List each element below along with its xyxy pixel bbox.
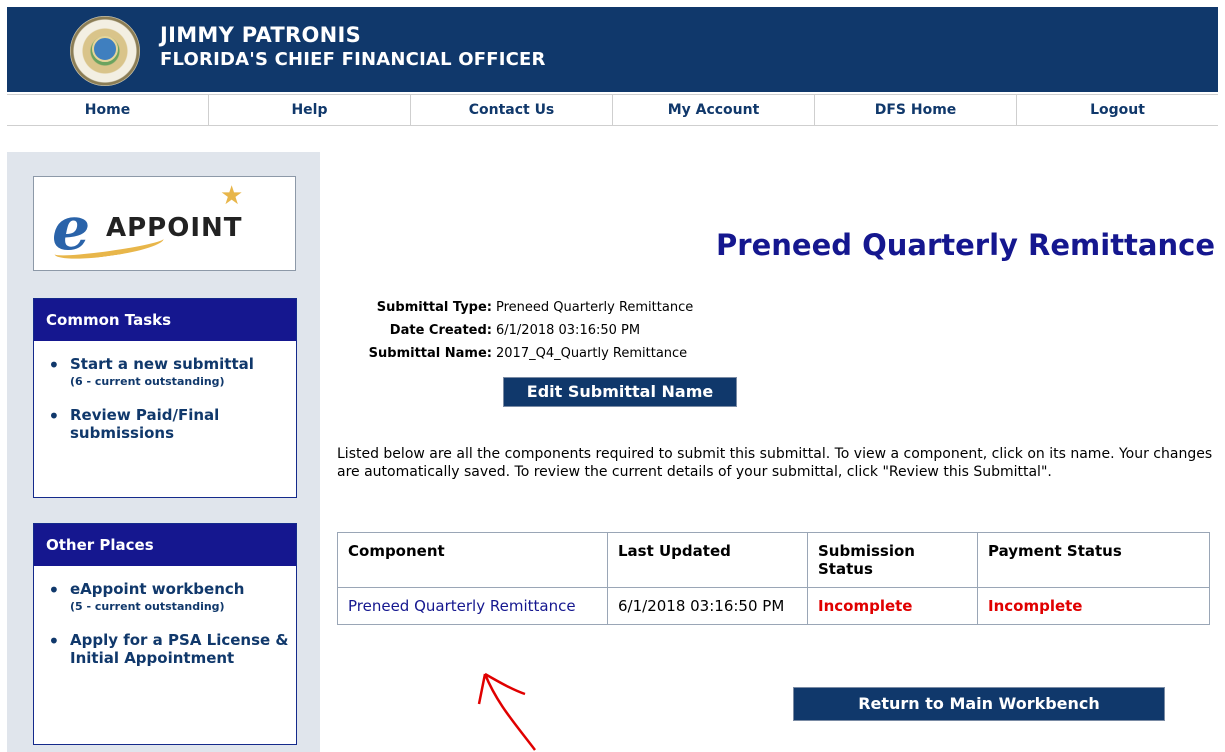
outstanding-count: (5 - current outstanding): [70, 600, 225, 613]
submittal-name-value: 2017_Q4_Quartly Remittance: [496, 346, 688, 361]
header-component: Component: [337, 532, 608, 588]
nav-my-account[interactable]: My Account: [613, 95, 815, 125]
sidebar: e APPOINT ★ Common Tasks Start a new sub…: [7, 152, 320, 752]
start-new-submittal-link[interactable]: Start a new submittal: [70, 355, 296, 373]
header-submission-status: Submission Status: [807, 532, 978, 588]
submittal-type-row: Submittal Type: Preneed Quarterly Remitt…: [340, 296, 693, 319]
list-item: Review Paid/Final submissions: [46, 404, 296, 442]
nav-help[interactable]: Help: [209, 95, 411, 125]
top-nav: Home Help Contact Us My Account DFS Home…: [7, 94, 1218, 126]
submittal-details: Submittal Type: Preneed Quarterly Remitt…: [340, 296, 694, 365]
logo-letter: e: [52, 194, 91, 264]
submittal-name-row: Submittal Name: 2017_Q4_Quartly Remittan…: [340, 342, 693, 365]
star-icon: ★: [220, 181, 244, 211]
instructions-text: Listed below are all the components requ…: [337, 446, 1213, 480]
submittal-type-label: Submittal Type:: [376, 300, 492, 315]
header-last-updated: Last Updated: [607, 532, 808, 588]
table-header-row: Component Last Updated Submission Status…: [337, 532, 1210, 588]
last-updated-cell: 6/1/2018 03:16:50 PM: [607, 587, 808, 625]
list-item: Start a new submittal (6 - current outst…: [46, 353, 296, 388]
payment-status-cell: Incomplete: [977, 587, 1210, 625]
table-row: Preneed Quarterly Remittance 6/1/2018 03…: [337, 587, 1210, 625]
nav-logout[interactable]: Logout: [1017, 95, 1218, 125]
return-to-main-workbench-button[interactable]: Return to Main Workbench: [793, 687, 1165, 721]
annotation-arrow-icon: [477, 672, 536, 751]
components-table: Component Last Updated Submission Status…: [337, 532, 1210, 625]
other-places-panel: Other Places eAppoint workbench (5 - cur…: [33, 523, 297, 745]
eappoint-workbench-link[interactable]: eAppoint workbench: [70, 580, 296, 598]
state-seal-icon: [70, 16, 140, 86]
nav-dfs-home[interactable]: DFS Home: [815, 95, 1017, 125]
nav-contact-us[interactable]: Contact Us: [411, 95, 613, 125]
outstanding-count: (6 - current outstanding): [70, 375, 225, 388]
date-created-value: 6/1/2018 03:16:50 PM: [496, 323, 641, 338]
site-header: JIMMY PATRONIS FLORIDA'S CHIEF FINANCIAL…: [7, 7, 1218, 92]
page-title: Preneed Quarterly Remittance: [716, 228, 1215, 262]
other-places-title: Other Places: [34, 524, 296, 566]
header-payment-status: Payment Status: [977, 532, 1210, 588]
eappoint-logo[interactable]: e APPOINT ★: [33, 176, 296, 271]
official-title: FLORIDA'S CHIEF FINANCIAL OFFICER: [160, 49, 546, 70]
list-item: Apply for a PSA License & Initial Appoin…: [46, 629, 296, 667]
submission-status-cell: Incomplete: [807, 587, 978, 625]
apply-psa-license-link[interactable]: Apply for a PSA License & Initial Appoin…: [70, 631, 296, 667]
logo-text: APPOINT: [106, 213, 243, 243]
edit-submittal-name-button[interactable]: Edit Submittal Name: [503, 377, 737, 407]
common-tasks-panel: Common Tasks Start a new submittal (6 - …: [33, 298, 297, 498]
common-tasks-title: Common Tasks: [34, 299, 296, 341]
component-link[interactable]: Preneed Quarterly Remittance: [348, 597, 576, 615]
component-cell: Preneed Quarterly Remittance: [337, 587, 608, 625]
list-item: eAppoint workbench (5 - current outstand…: [46, 578, 296, 613]
official-name: JIMMY PATRONIS: [160, 23, 362, 47]
submittal-name-label: Submittal Name:: [368, 346, 492, 361]
review-paid-final-link[interactable]: Review Paid/Final submissions: [70, 406, 296, 442]
nav-home[interactable]: Home: [7, 95, 209, 125]
date-created-label: Date Created:: [389, 323, 492, 338]
date-created-row: Date Created: 6/1/2018 03:16:50 PM: [340, 319, 693, 342]
submittal-type-value: Preneed Quarterly Remittance: [496, 300, 694, 315]
